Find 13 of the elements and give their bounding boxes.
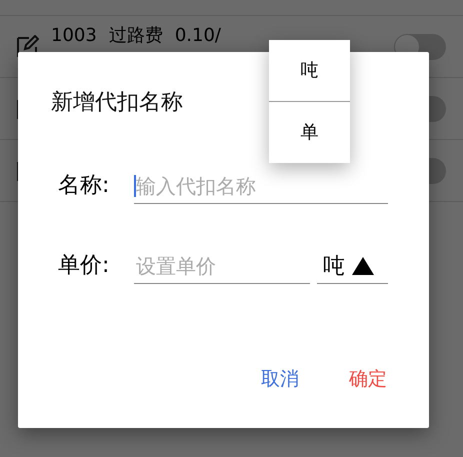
cancel-button[interactable]: 取消	[245, 358, 315, 400]
dropdown-option[interactable]: 吨	[269, 40, 350, 101]
input-field[interactable]: 设置单价	[134, 248, 310, 284]
item-name: 过路费	[108, 25, 163, 47]
field-label: 名称:	[58, 172, 110, 200]
unit-dropdown[interactable]: 吨	[317, 248, 388, 284]
dropdown-option[interactable]: 单	[269, 101, 350, 163]
dialog-title: 新增代扣名称	[51, 89, 183, 117]
confirm-button[interactable]: 确定	[333, 358, 403, 400]
item-code: 1003	[51, 25, 97, 47]
input-field[interactable]: 输入代扣名称	[134, 168, 388, 204]
field-label: 单价:	[58, 252, 110, 280]
item-price: 0.10/	[174, 25, 221, 47]
